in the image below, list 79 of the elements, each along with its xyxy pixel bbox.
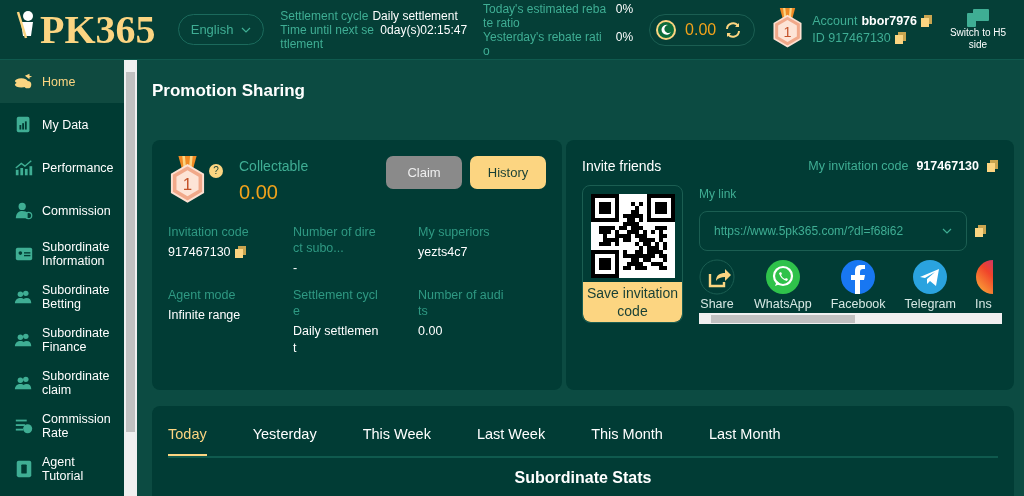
copy-icon[interactable]: [894, 32, 906, 44]
sidebar-item[interactable]: Subordinate claim: [0, 361, 124, 404]
account-id: ID 917467130: [812, 29, 891, 47]
flag-icon: [655, 18, 678, 41]
field-label: Settlement cycle: [293, 286, 379, 319]
sidebar-item[interactable]: Home: [0, 60, 124, 103]
invitation-code-label: My invitation code: [808, 157, 909, 175]
rebate-today-label: Today's estimated rebate ratio: [483, 1, 608, 30]
sidebar-item[interactable]: Performance: [0, 146, 124, 189]
chevron-down-icon: [241, 26, 252, 33]
countdown-value: 0day(s)02:15:47: [380, 22, 468, 39]
whatsapp-icon[interactable]: [764, 258, 801, 295]
sidebar-item[interactable]: Subordinate Information: [0, 232, 124, 275]
logo-text: PK365: [40, 7, 156, 52]
rebate-today-value: 0%: [615, 1, 634, 16]
period-tab[interactable]: This Month: [591, 413, 663, 457]
stats-title: Subordinate Stats: [513, 468, 653, 489]
telegram-icon[interactable]: [912, 258, 949, 295]
chevron-down-icon: [942, 228, 952, 235]
link-value: https://www.5pk365.com/?dl=f68i62: [714, 222, 904, 240]
copy-icon[interactable]: [975, 224, 986, 237]
share-icon[interactable]: [699, 258, 735, 295]
invite-title: Invite friends: [582, 156, 662, 176]
copy-icon[interactable]: [234, 246, 246, 258]
share-label[interactable]: WhatsApp: [754, 294, 812, 314]
history-button[interactable]: History: [470, 155, 546, 189]
help-icon[interactable]: ?: [209, 163, 223, 178]
save-code-button[interactable]: Save invitation code: [583, 281, 682, 322]
vertical-scrollbar[interactable]: [124, 60, 137, 496]
invitation-code-value: 917467130: [916, 157, 979, 175]
sidebar-item[interactable]: Commission: [0, 189, 124, 232]
account-label: Account: [812, 12, 858, 30]
period-tab[interactable]: Last Week: [476, 413, 546, 457]
field-value: Daily settlement: [293, 322, 379, 357]
sidebar-item[interactable]: Subordinate Finance: [0, 318, 124, 361]
field-value: yezts4c7: [418, 243, 468, 261]
facebook-icon[interactable]: [840, 258, 877, 295]
link-dropdown[interactable]: https://www.5pk365.com/?dl=f68i62: [699, 210, 967, 251]
rebate-yesterday-label: Yesterday's rebate ratio: [483, 29, 603, 58]
sidebar-item[interactable]: My Data: [0, 103, 124, 146]
field-value: 917467130: [168, 243, 231, 261]
period-tab[interactable]: Today: [168, 413, 207, 457]
rebate-yesterday-value: 0%: [615, 29, 634, 44]
settlement-label: Settlement cycle: [280, 8, 369, 23]
sidebar-item[interactable]: Agent Tutorial: [0, 447, 124, 490]
field-label: My superiors: [418, 223, 491, 240]
bar-chart-icon: [14, 157, 34, 178]
period-tab[interactable]: This Week: [362, 413, 431, 457]
field-label: Agent mode: [168, 286, 237, 303]
sidebar-item[interactable]: Commission Rate: [0, 404, 124, 447]
horizontal-scrollbar[interactable]: [699, 313, 1002, 325]
field-value: 0.00: [418, 322, 443, 340]
collectable-label: Collectable: [239, 156, 309, 176]
next-settlement-label: Time until next settlement: [280, 22, 374, 51]
field-label: Number of audits: [418, 286, 504, 319]
account-value: bbor7976: [861, 12, 917, 30]
field-value: Infinite range: [168, 306, 241, 324]
settlement-value: Daily settlement: [372, 8, 458, 23]
person-icon: [14, 200, 34, 221]
collectable-value: 0.00: [239, 179, 279, 205]
page-title: Promotion Sharing: [152, 80, 306, 102]
share-label[interactable]: Share: [700, 294, 734, 314]
copy-icon[interactable]: [921, 15, 932, 27]
field-value: -: [293, 259, 298, 277]
logo[interactable]: PK365: [16, 7, 162, 52]
period-tab[interactable]: Last Month: [708, 413, 781, 457]
link-label: My link: [699, 185, 738, 203]
devices-icon[interactable]: [967, 8, 989, 27]
sidebar-item[interactable]: Subordinate Betting: [0, 275, 124, 318]
field-label: Number of direct subo...: [293, 223, 377, 256]
switch-h5-label[interactable]: Switch to H5 side: [948, 26, 1008, 51]
copy-icon[interactable]: [987, 160, 998, 172]
refresh-icon[interactable]: [724, 20, 743, 39]
share-label[interactable]: Facebook: [830, 294, 886, 314]
balance-value: 0.00: [685, 19, 717, 40]
period-tab[interactable]: Yesterday: [252, 413, 317, 457]
share-label[interactable]: Telegram: [904, 294, 956, 314]
share-label[interactable]: Ins: [975, 294, 992, 314]
field-label: Invitation code: [168, 223, 250, 240]
